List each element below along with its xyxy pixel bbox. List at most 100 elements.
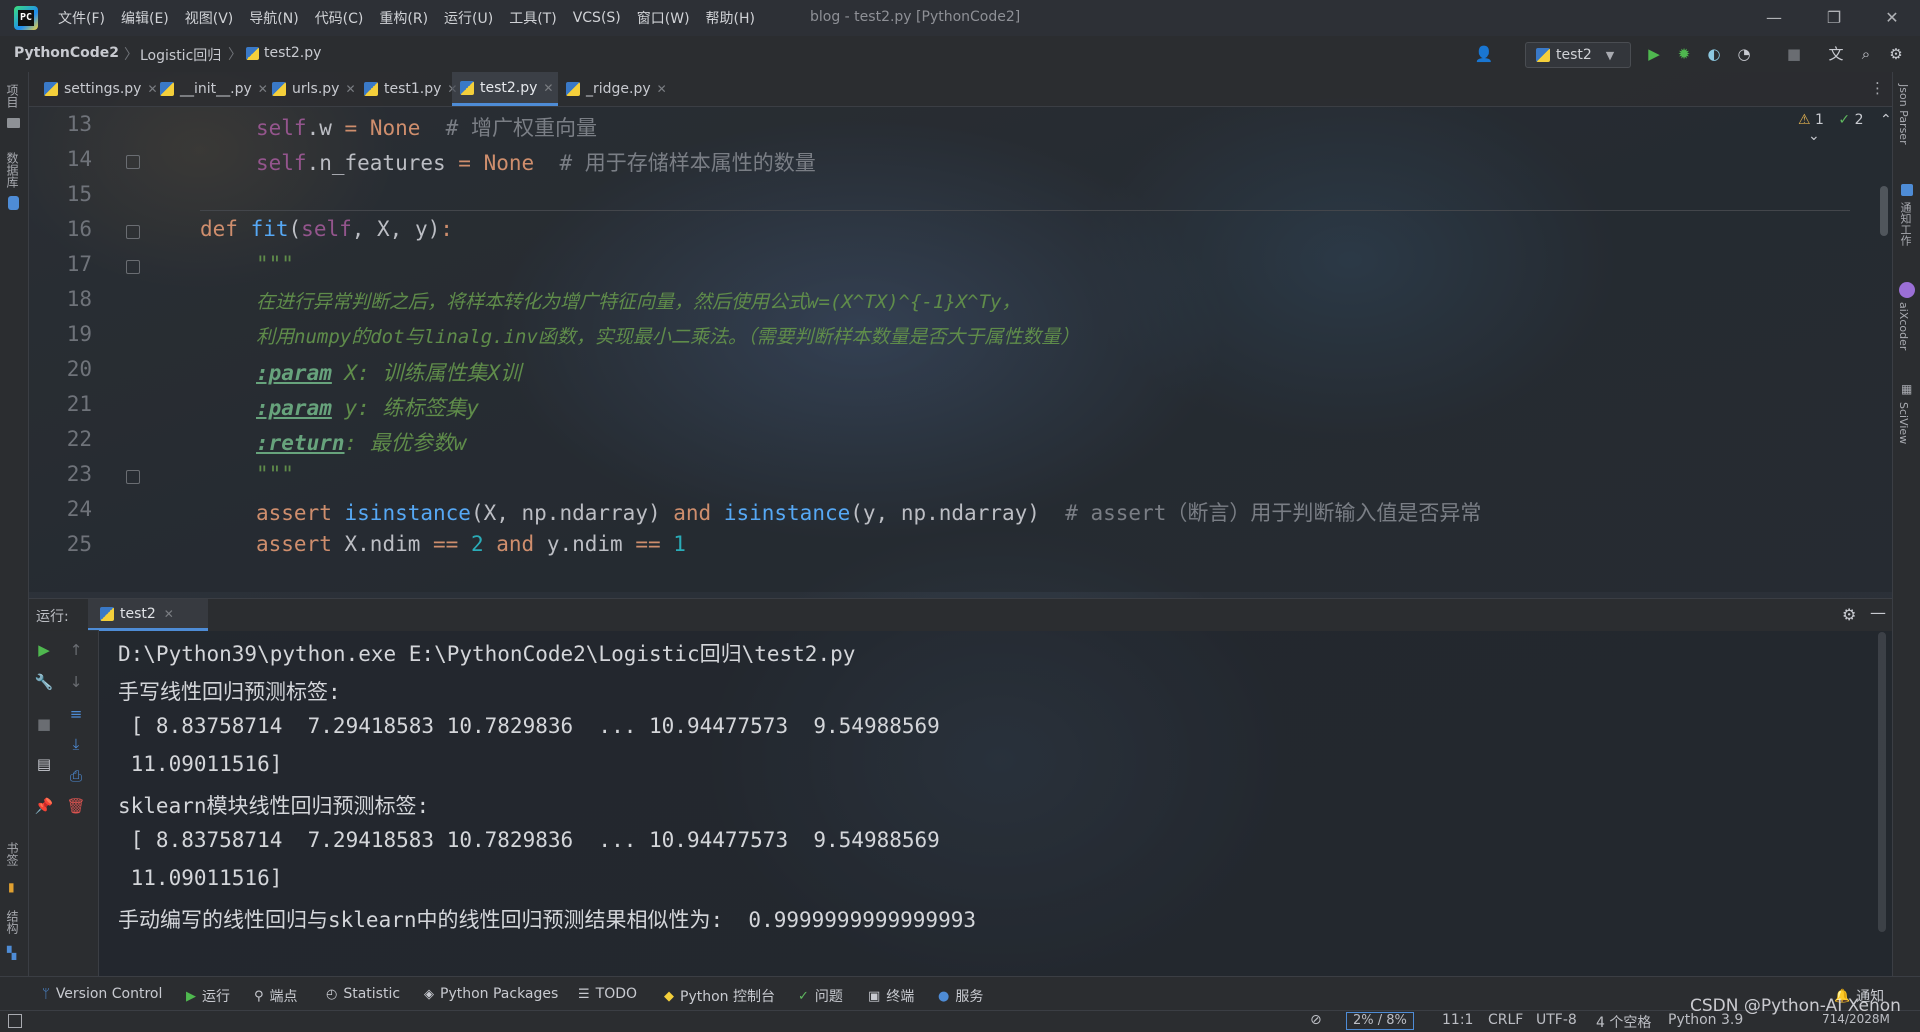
code-line-13[interactable]: self.w = None # 增广权重向量: [256, 112, 597, 142]
statistic-button[interactable]: ◴ Statistic: [326, 986, 400, 1002]
services-button[interactable]: ● 服务: [938, 986, 983, 1006]
tab-urls-py[interactable]: urls.py ✕: [264, 72, 356, 106]
print-icon[interactable]: ⎙: [66, 766, 86, 786]
run-configuration-selector[interactable]: test2 ▼: [1525, 42, 1631, 68]
close-tab-icon[interactable]: ✕: [164, 607, 174, 621]
python-console-button[interactable]: ◆ Python 控制台: [664, 986, 775, 1006]
hide-panel-icon[interactable]: —: [1870, 603, 1886, 622]
breadcrumb-file[interactable]: test2.py: [264, 45, 321, 61]
editor-scrollbar[interactable]: [1880, 186, 1888, 236]
stop-icon[interactable]: ■: [34, 714, 54, 734]
chevron-up-icon[interactable]: ⌃: [1880, 112, 1892, 128]
database-tool-label[interactable]: 数据库: [4, 152, 21, 188]
wrench-icon[interactable]: 🔧: [34, 672, 54, 692]
layout-icon[interactable]: ▤: [34, 754, 54, 774]
code-line-24[interactable]: assert isinstance(X, np.ndarray) and isi…: [256, 497, 1481, 527]
code-line-19[interactable]: 利用numpy的dot与linalg.inv函数，实现最小二乘法。（需要判断样本…: [256, 322, 1079, 349]
settings-gear-icon[interactable]: ⚙: [1842, 605, 1856, 624]
code-line-20[interactable]: :param X: 训练属性集X训: [256, 357, 521, 387]
tab-settings-py[interactable]: settings.py ✕: [36, 72, 158, 106]
menu-file[interactable]: 文件(F): [58, 8, 105, 28]
chevron-down-icon[interactable]: ⌄: [1808, 128, 1820, 144]
code-line-25[interactable]: assert X.ndim == 2 and y.ndim == 1: [256, 532, 686, 556]
menu-vcs[interactable]: VCS(S): [573, 10, 621, 26]
menu-edit[interactable]: 编辑(E): [121, 8, 169, 28]
restore-icon[interactable]: ❐: [1816, 6, 1852, 30]
run-tool-button[interactable]: ▶ 运行: [186, 986, 230, 1006]
bookmark-icon[interactable]: ▮: [8, 880, 15, 894]
tab-init-py[interactable]: __init__.py ✕: [152, 72, 268, 106]
notifications-tool-label[interactable]: 通知工作: [1897, 202, 1913, 246]
arrow-down-icon[interactable]: ↓: [66, 672, 86, 692]
soft-wrap-icon[interactable]: ≡: [66, 704, 86, 724]
settings-gear-icon[interactable]: ⚙: [1886, 44, 1906, 64]
fold-marker-icon[interactable]: [126, 155, 140, 169]
menu-window[interactable]: 窗口(W): [637, 8, 690, 28]
console-scrollbar[interactable]: [1878, 632, 1886, 932]
fold-marker-icon[interactable]: [126, 470, 140, 484]
scroll-to-end-icon[interactable]: ⤓: [66, 734, 86, 754]
translate-icon[interactable]: 文: [1826, 44, 1846, 64]
coverage-icon[interactable]: ◐: [1704, 44, 1724, 64]
folder-icon[interactable]: [7, 118, 20, 128]
memory-check-icon[interactable]: ⊘: [1310, 1012, 1322, 1028]
memory-indicator[interactable]: 2% / 8%: [1346, 1012, 1414, 1030]
aixcoder-icon[interactable]: [1899, 282, 1915, 298]
menu-view[interactable]: 视图(V): [185, 8, 234, 28]
code-line-14[interactable]: self.n_features = None # 用于存储样本属性的数量: [256, 147, 816, 177]
close-tab-icon[interactable]: ✕: [543, 81, 553, 95]
menu-help[interactable]: 帮助(H): [706, 8, 755, 28]
code-line-17[interactable]: """: [256, 252, 294, 276]
breadcrumb-folder[interactable]: Logistic回归: [140, 45, 221, 65]
menu-refactor[interactable]: 重构(R): [379, 8, 428, 28]
terminal-button[interactable]: ▣ 终端: [868, 986, 914, 1006]
user-icon[interactable]: 👤: [1474, 44, 1494, 64]
run-icon[interactable]: ▶: [1644, 44, 1664, 64]
breadcrumb-project[interactable]: PythonCode2: [14, 45, 119, 61]
code-line-18[interactable]: 在进行异常判断之后，将样本转化为增广特征向量，然后使用公式w=(X^TX)^{-…: [256, 287, 1020, 314]
indent-setting[interactable]: 4 个空格: [1596, 1012, 1651, 1032]
code-line-22[interactable]: :return: 最优参数w: [256, 427, 466, 457]
structure-tool-label[interactable]: 结构: [4, 910, 21, 934]
pin-icon[interactable]: 📌: [34, 796, 54, 816]
python-packages-button[interactable]: ◈ Python Packages: [424, 986, 558, 1002]
project-tool-label[interactable]: 项目: [4, 84, 21, 108]
pycharm-logo-icon[interactable]: PC: [14, 6, 38, 30]
search-icon[interactable]: ⌕: [1856, 44, 1876, 64]
code-editor[interactable]: ⚠ 1 ✓ 2 ⌃ ⌄ 13 14 15 16 17 18 19 20 21 2…: [28, 106, 1892, 592]
endpoints-button[interactable]: ⚲ 端点: [254, 986, 298, 1006]
caret-position[interactable]: 11:1: [1442, 1012, 1473, 1028]
tab-test1-py[interactable]: test1.py✕: [356, 72, 457, 106]
menu-tools[interactable]: 工具(T): [509, 8, 556, 28]
version-control-button[interactable]: ᛘ Version Control: [42, 986, 162, 1002]
aixcoder-tool-label[interactable]: aiXcoder: [1897, 302, 1910, 350]
close-icon[interactable]: ✕: [1874, 6, 1910, 30]
rerun-icon[interactable]: ▶: [34, 640, 54, 660]
code-line-23[interactable]: """: [256, 462, 294, 486]
menu-run[interactable]: 运行(U): [444, 8, 493, 28]
run-tab-test2[interactable]: test2 ✕: [88, 599, 208, 631]
code-line-16[interactable]: def fit(self, X, y):: [200, 217, 453, 241]
toggle-tool-windows-icon[interactable]: [8, 1014, 22, 1028]
stop-icon[interactable]: ■: [1784, 44, 1804, 64]
tab-test2-py[interactable]: test2.py ✕: [452, 72, 558, 106]
bookmarks-tool-label[interactable]: 书签: [4, 842, 21, 866]
close-tab-icon[interactable]: ✕: [345, 82, 355, 96]
fold-marker-icon[interactable]: [126, 260, 140, 274]
fold-marker-icon[interactable]: [126, 225, 140, 239]
minimize-icon[interactable]: —: [1756, 6, 1792, 30]
more-tabs-icon[interactable]: ⋮: [1870, 79, 1885, 97]
menu-navigate[interactable]: 导航(N): [249, 8, 298, 28]
debug-icon[interactable]: ✹: [1674, 44, 1694, 64]
tab-ridge-py[interactable]: _ridge.py ✕: [558, 72, 667, 106]
problems-button[interactable]: ✓ 问题: [798, 986, 843, 1006]
line-separator[interactable]: CRLF: [1488, 1012, 1523, 1028]
close-tab-icon[interactable]: ✕: [657, 82, 667, 96]
trash-icon[interactable]: 🗑: [66, 796, 86, 816]
notifications-tool-icon[interactable]: [1901, 184, 1913, 196]
sciview-icon[interactable]: ▦: [1901, 382, 1912, 396]
run-console[interactable]: D:\Python39\python.exe E:\PythonCode2\Lo…: [98, 630, 1892, 976]
json-parser-tool-label[interactable]: Json Parser: [1897, 84, 1910, 145]
database-icon[interactable]: [8, 196, 19, 210]
structure-icon[interactable]: ▚: [7, 946, 16, 960]
